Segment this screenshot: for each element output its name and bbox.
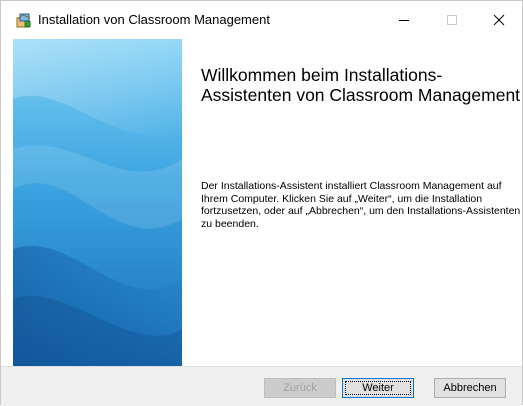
wizard-content: Willkommen beim Installations-Assistente… bbox=[182, 39, 522, 366]
wizard-banner-image bbox=[13, 39, 182, 366]
minimize-button[interactable] bbox=[381, 1, 427, 39]
cancel-button-label: Abbrechen bbox=[443, 382, 497, 394]
back-button-label: Zurück bbox=[283, 382, 317, 394]
close-button[interactable] bbox=[476, 1, 522, 39]
close-icon bbox=[493, 14, 505, 26]
next-button[interactable]: Weiter bbox=[342, 378, 414, 398]
maximize-icon bbox=[447, 15, 457, 25]
window-title: Installation von Classroom Management bbox=[38, 12, 270, 27]
welcome-heading: Willkommen beim Installations-Assistente… bbox=[201, 65, 521, 105]
focus-rectangle bbox=[345, 381, 411, 395]
minimize-icon bbox=[399, 20, 409, 21]
welcome-description: Der Installations-Assistent installiert … bbox=[201, 180, 521, 230]
maximize-button[interactable] bbox=[429, 1, 475, 39]
cancel-button[interactable]: Abbrechen bbox=[434, 378, 506, 398]
title-bar[interactable]: Installation von Classroom Management bbox=[1, 1, 522, 39]
installer-package-icon bbox=[15, 11, 33, 29]
back-button[interactable]: Zurück bbox=[264, 378, 336, 398]
button-bar: Zurück Weiter Abbrechen bbox=[1, 366, 522, 406]
installer-window: Installation von Classroom Management Wi… bbox=[0, 0, 523, 406]
